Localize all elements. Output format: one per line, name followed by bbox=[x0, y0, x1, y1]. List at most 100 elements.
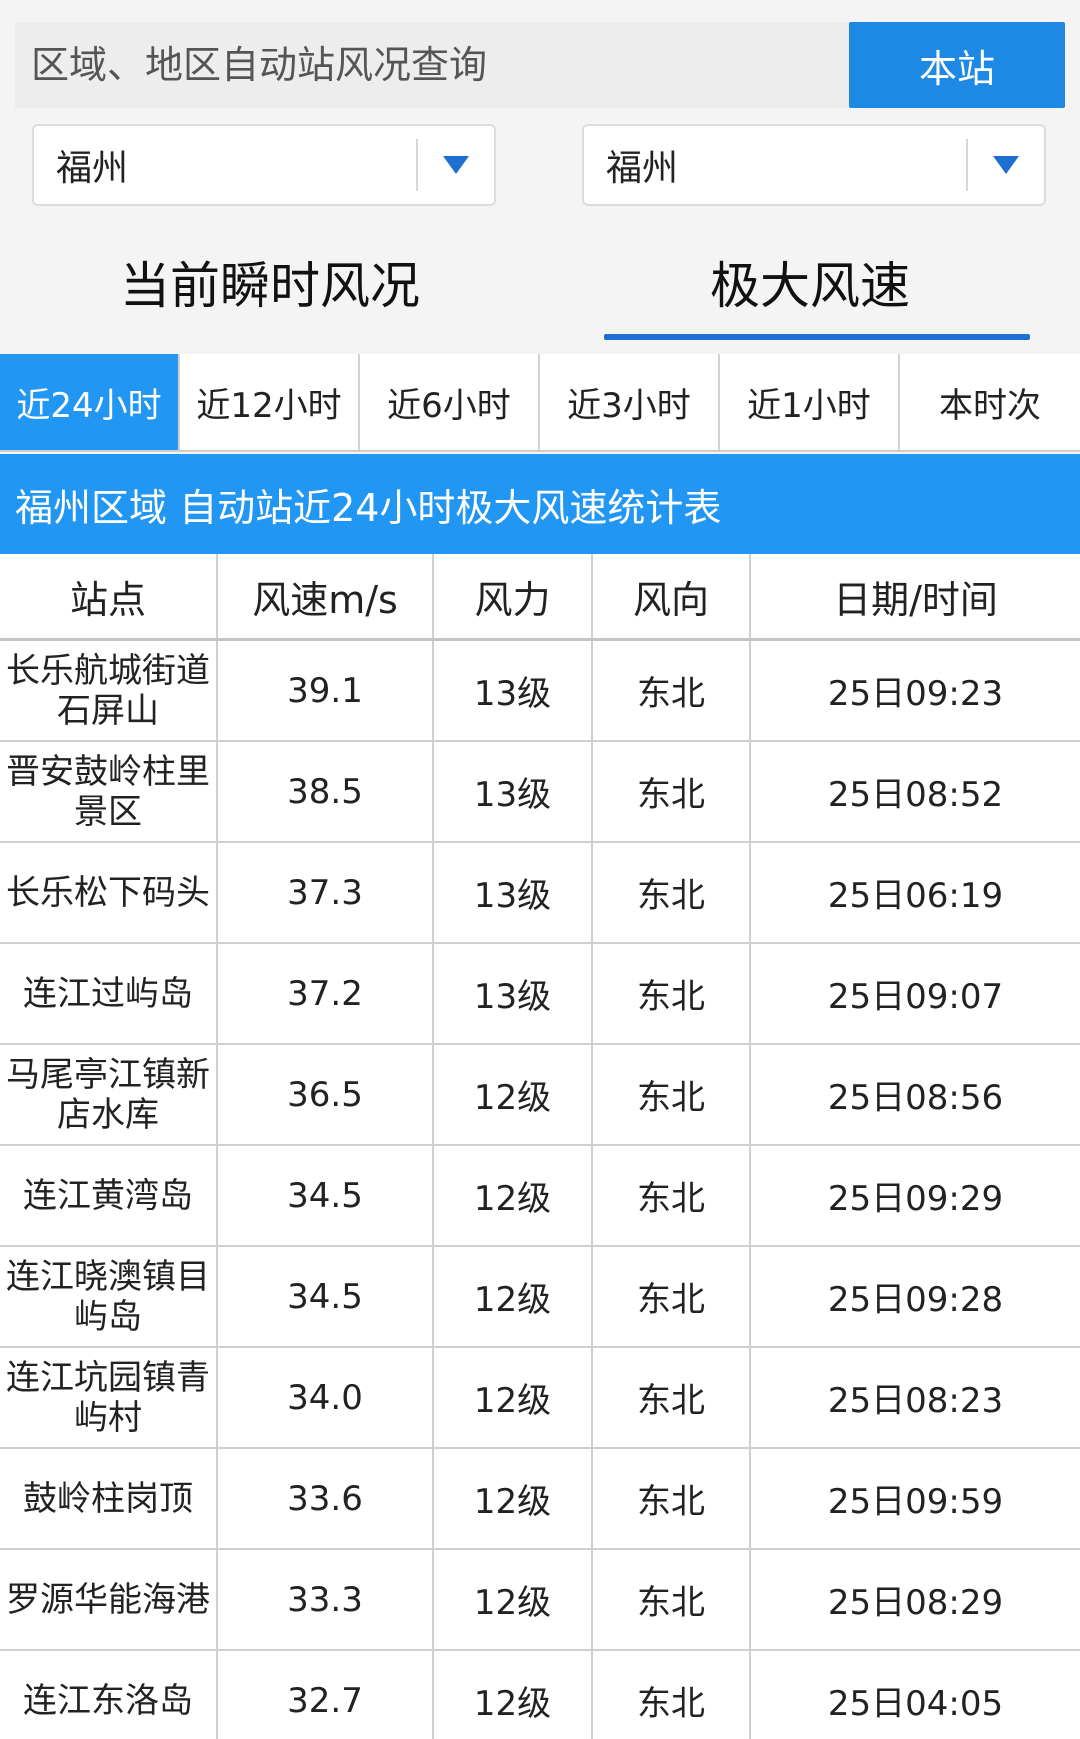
wind-table-wrapper: 站点 风速m/s 风力 风向 日期/时间 长乐航城街道石屏山 39.1 13级 东北 2… bbox=[0, 554, 1080, 1739]
cell-datetime: 25日08:52 bbox=[750, 741, 1080, 843]
table-title: 福州区域 自动站近24小时极大风速统计表 bbox=[0, 454, 1080, 554]
cell-wind-force: 12级 bbox=[433, 1145, 593, 1247]
region-select-value: 福州 bbox=[56, 148, 129, 189]
region-select[interactable]: 福州 bbox=[32, 124, 496, 206]
table-row[interactable]: 鼓岭柱岗顶 33.6 12级 东北 25日09:59 bbox=[0, 1448, 1080, 1550]
cell-wind-speed: 37.2 bbox=[217, 943, 434, 1045]
cell-station: 鼓岭柱岗顶 bbox=[0, 1448, 218, 1550]
cell-wind-direction: 东北 bbox=[592, 1044, 751, 1146]
cell-wind-direction: 东北 bbox=[592, 943, 751, 1045]
table-row[interactable]: 长乐松下码头 37.3 13级 东北 25日06:19 bbox=[0, 842, 1080, 944]
header-wind-speed[interactable]: 风速m/s bbox=[217, 554, 434, 641]
cell-wind-force: 12级 bbox=[433, 1549, 593, 1651]
cell-station: 连江过屿岛 bbox=[0, 943, 218, 1045]
table-row[interactable]: 连江黄湾岛 34.5 12级 东北 25日09:29 bbox=[0, 1145, 1080, 1247]
search-bar: 本站 bbox=[15, 22, 1065, 108]
cell-datetime: 25日08:23 bbox=[750, 1347, 1080, 1449]
region-select-arrow[interactable] bbox=[418, 156, 494, 174]
tab-max-wind-speed[interactable]: 极大风速 bbox=[540, 232, 1080, 340]
cell-wind-speed: 36.5 bbox=[217, 1044, 434, 1146]
cell-station: 连江东洛岛 bbox=[0, 1650, 218, 1739]
cell-wind-direction: 东北 bbox=[592, 1347, 751, 1449]
cell-wind-direction: 东北 bbox=[592, 639, 751, 742]
cell-wind-force: 12级 bbox=[433, 1347, 593, 1449]
tab-label: 极大风速 bbox=[710, 257, 910, 315]
table-header-row: 站点 风速m/s 风力 风向 日期/时间 bbox=[0, 554, 1080, 641]
table-body: 长乐航城街道石屏山 39.1 13级 东北 25日09:23 晋安鼓岭柱里景区 38.5 13… bbox=[0, 639, 1080, 1739]
table-row[interactable]: 罗源华能海港 33.3 12级 东北 25日08:29 bbox=[0, 1549, 1080, 1651]
cell-wind-force: 13级 bbox=[433, 842, 593, 944]
header-wind-force[interactable]: 风力 bbox=[433, 554, 593, 641]
period-tab-6h[interactable]: 近6小时 bbox=[360, 354, 540, 450]
period-tab-12h[interactable]: 近12小时 bbox=[180, 354, 360, 450]
search-input[interactable] bbox=[15, 22, 849, 108]
area-select-value: 福州 bbox=[606, 148, 679, 189]
cell-datetime: 25日09:29 bbox=[750, 1145, 1080, 1247]
cell-datetime: 25日08:56 bbox=[750, 1044, 1080, 1146]
cell-datetime: 25日09:07 bbox=[750, 943, 1080, 1045]
table-row[interactable]: 连江坑园镇青屿村 34.0 12级 东北 25日08:23 bbox=[0, 1347, 1080, 1449]
cell-wind-force: 13级 bbox=[433, 741, 593, 843]
cell-wind-speed: 34.0 bbox=[217, 1347, 434, 1449]
cell-datetime: 25日09:28 bbox=[750, 1246, 1080, 1348]
cell-wind-speed: 33.3 bbox=[217, 1549, 434, 1651]
table-row[interactable]: 晋安鼓岭柱里景区 38.5 13级 东北 25日08:52 bbox=[0, 741, 1080, 843]
active-tab-indicator bbox=[604, 334, 1030, 340]
cell-wind-speed: 37.3 bbox=[217, 842, 434, 944]
area-select-arrow[interactable] bbox=[968, 156, 1044, 174]
cell-wind-direction: 东北 bbox=[592, 1246, 751, 1348]
cell-wind-force: 13级 bbox=[433, 639, 593, 742]
cell-wind-speed: 38.5 bbox=[217, 741, 434, 843]
cell-station: 罗源华能海港 bbox=[0, 1549, 218, 1651]
cell-wind-force: 13级 bbox=[433, 943, 593, 1045]
cell-station: 长乐航城街道石屏山 bbox=[0, 639, 218, 742]
cell-datetime: 25日09:59 bbox=[750, 1448, 1080, 1550]
cell-wind-direction: 东北 bbox=[592, 1145, 751, 1247]
this-station-button[interactable]: 本站 bbox=[849, 22, 1065, 108]
tab-label: 当前瞬时风况 bbox=[120, 257, 420, 315]
triangle-down-icon bbox=[443, 156, 469, 174]
period-tab-3h[interactable]: 近3小时 bbox=[540, 354, 720, 450]
table-row[interactable]: 连江东洛岛 32.7 12级 东北 25日04:05 bbox=[0, 1650, 1080, 1739]
cell-station: 连江黄湾岛 bbox=[0, 1145, 218, 1247]
cell-wind-speed: 39.1 bbox=[217, 639, 434, 742]
period-tab-current[interactable]: 本时次 bbox=[900, 354, 1080, 450]
table-row[interactable]: 马尾亭江镇新店水库 36.5 12级 东北 25日08:56 bbox=[0, 1044, 1080, 1146]
header-wind-direction[interactable]: 风向 bbox=[592, 554, 751, 641]
period-tabs: 近24小时 近12小时 近6小时 近3小时 近1小时 本时次 bbox=[0, 354, 1080, 452]
cell-station: 长乐松下码头 bbox=[0, 842, 218, 944]
cell-station: 马尾亭江镇新店水库 bbox=[0, 1044, 218, 1146]
table-row[interactable]: 连江过屿岛 37.2 13级 东北 25日09:07 bbox=[0, 943, 1080, 1045]
cell-datetime: 25日09:23 bbox=[750, 639, 1080, 742]
cell-wind-direction: 东北 bbox=[592, 1448, 751, 1550]
cell-wind-force: 12级 bbox=[433, 1044, 593, 1146]
period-tab-24h[interactable]: 近24小时 bbox=[0, 354, 180, 450]
page: 本站 福州 福州 当前瞬时风况 极大风速 近24小时 近12小时 近6小时 近3… bbox=[0, 0, 1080, 1739]
wind-speed-table: 站点 风速m/s 风力 风向 日期/时间 长乐航城街道石屏山 39.1 13级 东北 2… bbox=[0, 554, 1080, 1739]
cell-wind-speed: 32.7 bbox=[217, 1650, 434, 1739]
header-datetime[interactable]: 日期/时间 bbox=[750, 554, 1080, 641]
area-select[interactable]: 福州 bbox=[582, 124, 1046, 206]
cell-datetime: 25日04:05 bbox=[750, 1650, 1080, 1739]
cell-wind-speed: 33.6 bbox=[217, 1448, 434, 1550]
triangle-down-icon bbox=[993, 156, 1019, 174]
cell-wind-direction: 东北 bbox=[592, 741, 751, 843]
cell-station: 连江坑园镇青屿村 bbox=[0, 1347, 218, 1449]
main-tabs: 当前瞬时风况 极大风速 bbox=[0, 232, 1080, 352]
table-row[interactable]: 连江晓澳镇目屿岛 34.5 12级 东北 25日09:28 bbox=[0, 1246, 1080, 1348]
cell-station: 连江晓澳镇目屿岛 bbox=[0, 1246, 218, 1348]
period-tab-1h[interactable]: 近1小时 bbox=[720, 354, 900, 450]
cell-wind-force: 12级 bbox=[433, 1448, 593, 1550]
cell-wind-direction: 东北 bbox=[592, 842, 751, 944]
cell-wind-force: 12级 bbox=[433, 1246, 593, 1348]
cell-wind-speed: 34.5 bbox=[217, 1145, 434, 1247]
cell-wind-direction: 东北 bbox=[592, 1549, 751, 1651]
cell-station: 晋安鼓岭柱里景区 bbox=[0, 741, 218, 843]
tab-current-wind[interactable]: 当前瞬时风况 bbox=[0, 232, 540, 332]
cell-datetime: 25日08:29 bbox=[750, 1549, 1080, 1651]
cell-wind-direction: 东北 bbox=[592, 1650, 751, 1739]
table-row[interactable]: 长乐航城街道石屏山 39.1 13级 东北 25日09:23 bbox=[0, 639, 1080, 742]
cell-wind-speed: 34.5 bbox=[217, 1246, 434, 1348]
header-station[interactable]: 站点 bbox=[0, 554, 218, 641]
cell-datetime: 25日06:19 bbox=[750, 842, 1080, 944]
